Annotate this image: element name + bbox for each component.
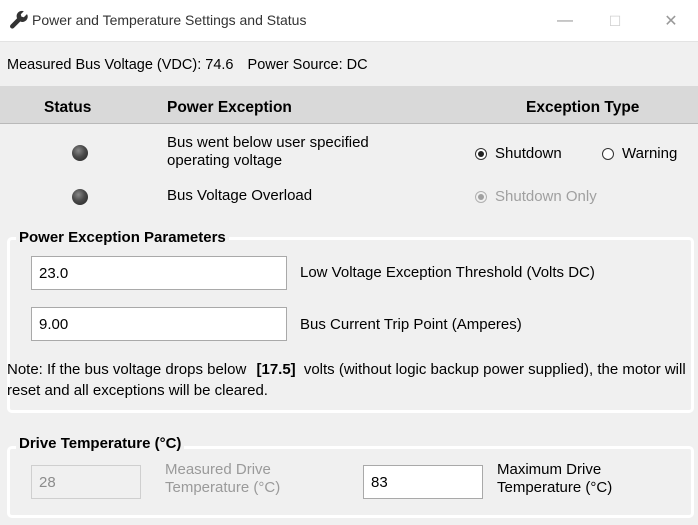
close-button[interactable]: ✕ [648, 6, 694, 36]
measured-temp-input [31, 465, 141, 499]
status-column-header: Status [44, 99, 92, 116]
wrench-icon [10, 10, 28, 29]
max-temp-label: Maximum Drive Temperature (°C) [497, 461, 613, 496]
drive-temp-title: Drive Temperature (°C) [16, 435, 185, 452]
note-value: [17.5] [256, 361, 296, 378]
exception-column-header: Power Exception [167, 99, 292, 116]
shutdown-radio[interactable]: Shutdown [475, 145, 562, 162]
minimize-button[interactable]: — [542, 6, 588, 36]
status-led-indicator [72, 189, 88, 205]
exception-table-header: Status Power Exception Exception Type [0, 86, 698, 124]
trip-point-label: Bus Current Trip Point (Amperes) [300, 316, 522, 333]
shutdown-radio-label: Shutdown [495, 145, 562, 162]
max-temp-input[interactable] [363, 465, 483, 499]
note-prefix: Note: If the bus voltage drops below [7, 361, 247, 378]
maximize-button[interactable]: ☐ [592, 6, 638, 36]
window-title: Power and Temperature Settings and Statu… [32, 12, 307, 28]
bus-voltage-label: Measured Bus Voltage (VDC): [7, 57, 202, 73]
radio-unselected-icon [602, 147, 614, 160]
bus-voltage-value: 74.6 [205, 57, 234, 73]
low-voltage-threshold-input[interactable] [31, 256, 287, 290]
radio-selected-icon [475, 190, 487, 203]
shutdown-only-label: Shutdown Only [495, 188, 597, 205]
title-bar: Power and Temperature Settings and Statu… [0, 0, 698, 42]
type-column-header: Exception Type [526, 99, 640, 116]
radio-selected-icon [475, 147, 487, 160]
bus-status-line: Measured Bus Voltage (VDC): 74.6 Power S… [7, 57, 368, 73]
power-params-title: Power Exception Parameters [16, 229, 229, 246]
trip-point-input[interactable] [31, 307, 287, 341]
exception-low-voltage-text: Bus went below user specified operating … [167, 134, 369, 169]
low-voltage-threshold-label: Low Voltage Exception Threshold (Volts D… [300, 264, 595, 281]
power-source-label: Power Source: [247, 57, 343, 73]
shutdown-only-radio: Shutdown Only [475, 188, 597, 205]
status-led-indicator [72, 145, 88, 161]
exception-overload-text: Bus Voltage Overload [167, 187, 313, 204]
power-source-value: DC [346, 57, 368, 73]
voltage-note: Note: If the bus voltage drops below [17… [7, 359, 697, 401]
warning-radio-label: Warning [622, 145, 678, 162]
measured-temp-label: Measured Drive Temperature (°C) [165, 461, 281, 496]
warning-radio[interactable]: Warning [602, 145, 677, 162]
